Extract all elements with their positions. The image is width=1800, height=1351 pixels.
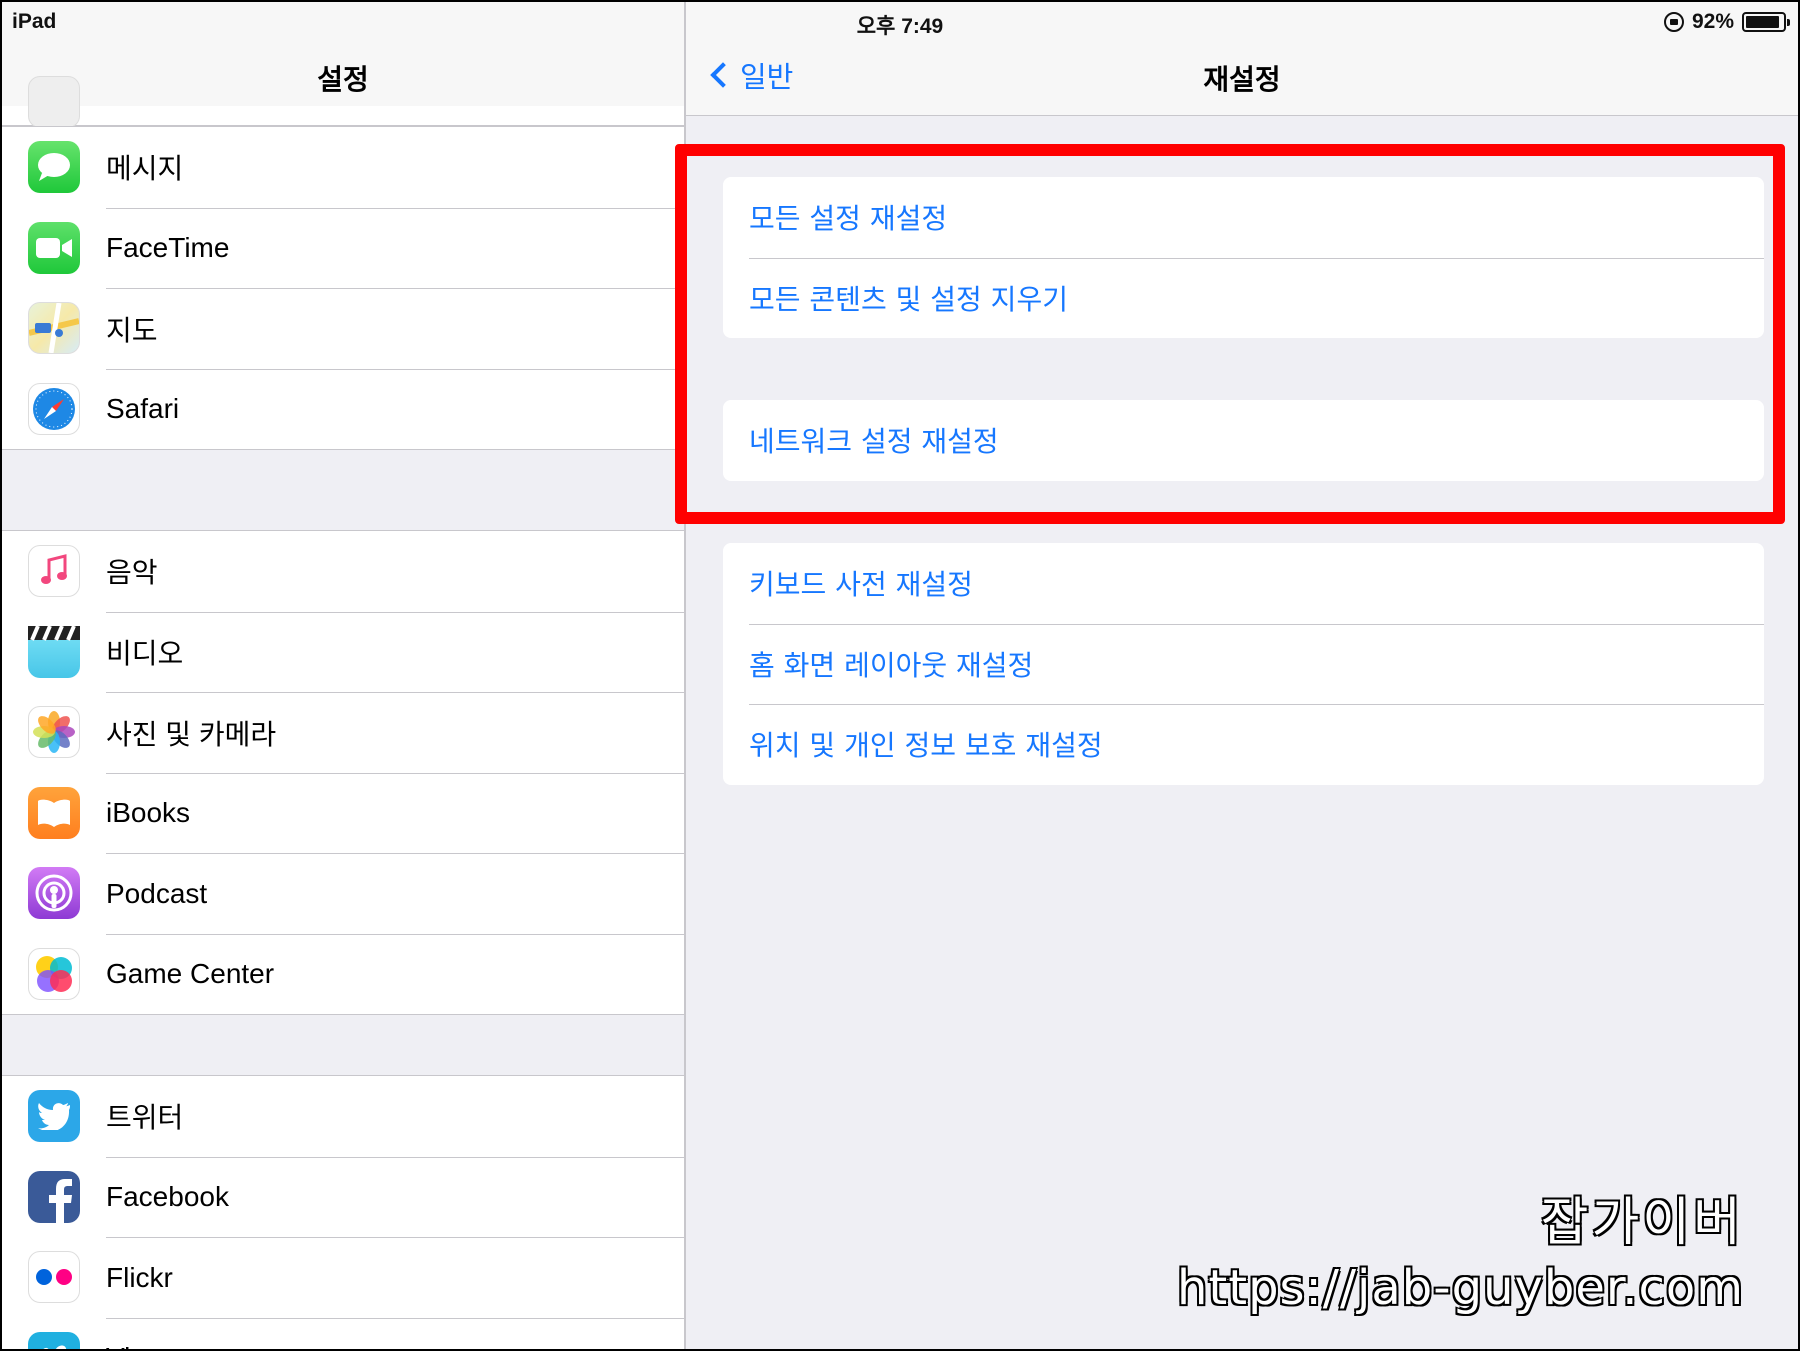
maps-icon (28, 302, 80, 355)
sidebar-item-flickr[interactable]: Flickr (2, 1237, 684, 1318)
safari-icon (28, 382, 80, 435)
sidebar-item-label: 메시지 (106, 153, 184, 185)
battery-fill (1746, 16, 1780, 28)
flickr-icon (28, 1251, 80, 1304)
sidebar-item-ibooks[interactable]: iBooks (2, 772, 684, 854)
sidebar-item-label: Game Center (106, 933, 684, 1015)
reset-home-screen-layout-button[interactable]: 홈 화면 레이아웃 재설정 (723, 623, 1764, 705)
sidebar-item-label: Flickr (106, 1237, 684, 1318)
sidebar-item-label: 지도 (106, 288, 684, 369)
facetime-icon (28, 221, 80, 274)
reset-keyboard-dictionary-button[interactable]: 키보드 사전 재설정 (723, 543, 1764, 624)
battery-icon (1742, 12, 1790, 32)
watermark-name: 잡가이버 (1540, 1192, 1744, 1254)
sidebar-item-label: 사진 및 카메라 (106, 692, 684, 773)
sidebar-item-safari[interactable]: Safari (2, 368, 684, 450)
sidebar-item-label: 트위터 (106, 1102, 184, 1134)
highlight-box (675, 144, 1785, 524)
sidebar-item-label: 음악 (106, 557, 158, 589)
sidebar-item-music[interactable]: 음악 (2, 531, 684, 612)
sidebar-item-messages[interactable]: 메시지 (2, 127, 684, 208)
sidebar-item-game-center[interactable]: Game Center (2, 933, 684, 1015)
rotation-lock-icon (1663, 12, 1684, 32)
photos-icon (28, 706, 80, 759)
sidebar-group-apple-apps: 메시지 FaceTime 지도 Safari (2, 126, 684, 450)
messages-icon (28, 141, 80, 194)
ipad-screen: iPad 오후 7:49 92% 설정 메시지 FaceTime 지도 Safa… (2, 2, 1798, 1349)
sidebar-title: 설정 (317, 63, 369, 96)
sidebar-item-photos[interactable]: 사진 및 카메라 (2, 692, 684, 773)
sidebar-item-maps[interactable]: 지도 (2, 288, 684, 369)
sidebar-item-label: Safari (106, 368, 684, 450)
sidebar-item-podcast[interactable]: Podcast (2, 853, 684, 934)
sidebar-item-label: iBooks (106, 772, 684, 854)
reset-location-privacy-button[interactable]: 위치 및 개인 정보 보호 재설정 (723, 704, 1764, 785)
music-icon (28, 545, 80, 598)
battery-percent: 92% (1691, 10, 1734, 33)
vimeo-icon (28, 1331, 80, 1349)
sidebar-group-social: 트위터 Facebook Flickr Vimeo (2, 1075, 684, 1349)
ibooks-icon (28, 786, 80, 839)
status-bar: iPad 오후 7:49 92% (2, 2, 1798, 40)
sidebar-group-media: 음악 비디오 사진 및 카메라 iBooks Podcast Game Cent… (2, 530, 684, 1015)
status-right: 92% (1663, 10, 1790, 34)
sidebar-item-facebook[interactable]: Facebook (2, 1156, 684, 1238)
page-title: 재설정 (1203, 63, 1281, 96)
sidebar-item-label: 비디오 (106, 611, 684, 693)
facebook-icon (28, 1170, 80, 1223)
settings-sidebar: 설정 메시지 FaceTime 지도 Safari 음악 비디오 사진 및 카메… (2, 2, 686, 1349)
status-time: 오후 7:49 (856, 15, 944, 38)
podcast-icon (28, 867, 80, 920)
app-icon (28, 76, 80, 128)
sidebar-item-vimeo[interactable]: Vimeo (2, 1317, 684, 1349)
twitter-icon (28, 1090, 80, 1143)
sidebar-item-videos[interactable]: 비디오 (2, 611, 684, 693)
game-center-icon (28, 947, 80, 1000)
videos-icon (28, 625, 80, 678)
sidebar-item-twitter[interactable]: 트위터 (2, 1076, 684, 1157)
sidebar-partial-row (2, 76, 684, 128)
sidebar-item-facetime[interactable]: FaceTime (2, 207, 684, 289)
reset-group-3: 키보드 사전 재설정 홈 화면 레이아웃 재설정 위치 및 개인 정보 보호 재… (723, 543, 1764, 785)
sidebar-item-label: Facebook (106, 1156, 684, 1238)
sidebar-item-label: Vimeo (106, 1317, 684, 1349)
sidebar-item-label: Podcast (106, 853, 684, 934)
sidebar-item-label: FaceTime (106, 207, 684, 289)
watermark-url: https://jab-guyber.com (1176, 1259, 1744, 1317)
